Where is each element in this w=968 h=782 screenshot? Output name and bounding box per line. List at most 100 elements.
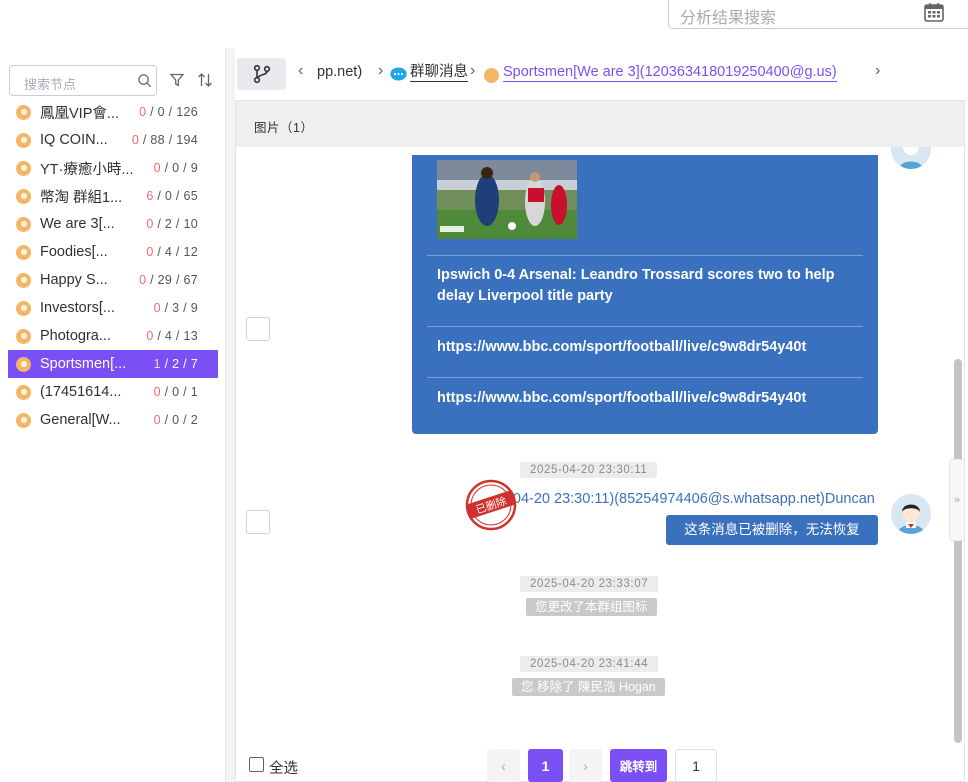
node-count-new: 0 (153, 413, 161, 427)
timestamp: 2025-04-20 23:41:44 (520, 656, 659, 672)
list-item[interactable]: IQ COIN... 0 / 88 / 194 (8, 126, 218, 154)
system-message: 您更改了本群组图标 (526, 598, 657, 616)
select-all-label[interactable]: 全选 (269, 757, 298, 778)
node-label: We are 3[... (40, 216, 115, 232)
node-counts: 0 / 0 / 9 (154, 161, 198, 175)
node-search-placeholder: 搜索节点 (24, 77, 77, 92)
breadcrumb-item[interactable]: pp.net) (317, 64, 362, 80)
system-message: 您 移除了 陳民浩 Hogan (512, 678, 665, 696)
list-item[interactable]: 鳳凰VIP會... 0 / 0 / 126 (8, 98, 218, 126)
group-avatar-icon (16, 216, 31, 232)
search-icon[interactable] (137, 73, 152, 88)
node-counts: 0 / 3 / 9 (154, 301, 198, 315)
node-count-new: 1 (153, 357, 161, 371)
node-count-new: 0 (153, 161, 161, 175)
node-label: 幣淘 群組1... (40, 189, 123, 206)
article-headline: Ipswich 0-4 Arsenal: Leandro Trossard sc… (437, 267, 835, 304)
list-item[interactable]: (17451614... 0 / 0 / 1 (8, 378, 218, 406)
node-count-rest: / 2 / 7 (160, 357, 198, 371)
node-count-new: 0 (153, 385, 161, 399)
group-avatar-icon (16, 188, 31, 204)
timestamp: 2025-04-20 23:30:11 (520, 462, 658, 478)
list-item[interactable]: General[W... 0 / 0 / 2 (8, 406, 218, 434)
node-count-rest: / 4 / 12 (153, 245, 198, 259)
node-count-rest: / 0 / 65 (153, 189, 198, 203)
node-sidebar: 搜索节点 鳳凰VIP會... 0 / 0 / 126 IQ COIN... 0 / … (0, 48, 226, 782)
panel-title: 图片（1） (254, 121, 314, 135)
node-label: IQ COIN... (40, 132, 108, 148)
group-avatar-icon (16, 300, 31, 316)
node-label: Foodies[... (40, 244, 108, 260)
list-item[interactable]: We are 3[... 0 / 2 / 10 (8, 210, 218, 238)
group-avatar-icon (16, 272, 31, 288)
page-number-button[interactable]: 1 (528, 749, 563, 782)
result-search-input[interactable]: 分析结果搜索 (668, 0, 968, 29)
group-avatar-icon (16, 244, 31, 260)
list-item[interactable]: 幣淘 群組1... 6 / 0 / 65 (8, 182, 218, 210)
node-label: (17451614... (40, 384, 122, 400)
list-item[interactable]: YT·療癒小時... 0 / 0 / 9 (8, 154, 218, 182)
article-link[interactable]: https://www.bbc.com/sport/football/live/… (437, 337, 857, 358)
divider (427, 255, 863, 256)
node-counts: 0 / 0 / 126 (139, 105, 198, 119)
next-page-button[interactable]: › (569, 749, 602, 782)
node-label: 鳳凰VIP會... (40, 105, 119, 122)
node-counts: 0 / 4 / 13 (146, 329, 198, 343)
node-label: Sportsmen[... (40, 356, 127, 372)
node-count-rest: / 0 / 1 (160, 385, 198, 399)
node-count-rest: / 0 / 9 (160, 161, 198, 175)
breadcrumb-current[interactable]: Sportsmen[We are 3](120363418019250400@g… (503, 64, 837, 82)
filter-icon[interactable] (170, 73, 184, 87)
node-list: 鳳凰VIP會... 0 / 0 / 126 IQ COIN... 0 / 88 / … (8, 98, 218, 434)
message-checkbox[interactable] (246, 510, 270, 534)
prev-page-button[interactable]: ‹ (487, 749, 520, 782)
sender-label: (2025-04-20 23:30:11)(85254974406@s.what… (471, 491, 875, 507)
list-item[interactable]: Photogra... 0 / 4 / 13 (8, 322, 218, 350)
node-label: YT·療癒小時... (40, 161, 134, 178)
list-item[interactable]: Foodies[... 0 / 4 / 12 (8, 238, 218, 266)
list-item-selected[interactable]: Sportsmen[... 1 / 2 / 7 (8, 350, 218, 378)
group-avatar-icon (16, 328, 31, 344)
list-item[interactable]: Investors[... 0 / 3 / 9 (8, 294, 218, 322)
collapse-handle[interactable]: » (949, 459, 965, 541)
branch-button[interactable] (237, 58, 286, 90)
divider (427, 326, 863, 327)
breadcrumb-item[interactable]: 群聊消息 (410, 64, 468, 82)
jump-to-button[interactable]: 跳转到 (610, 749, 667, 782)
chevron-right-icon: › (470, 62, 476, 79)
message-checkbox[interactable] (246, 317, 270, 341)
deleted-message-bubble[interactable]: 这条消息已被删除，无法恢复 (666, 515, 878, 545)
node-counts: 0 / 0 / 2 (154, 413, 198, 427)
sort-icon[interactable] (197, 72, 213, 88)
divider (427, 377, 863, 378)
result-search-placeholder: 分析结果搜索 (680, 10, 777, 27)
node-counts: 0 / 2 / 10 (146, 217, 198, 231)
node-count-new: 0 (146, 217, 154, 231)
avatar (891, 494, 931, 534)
chevron-right-icon[interactable]: › (875, 62, 880, 80)
calendar-icon[interactable] (924, 2, 944, 22)
node-counts: 0 / 88 / 194 (132, 133, 198, 147)
list-item[interactable]: Happy S... 0 / 29 / 67 (8, 266, 218, 294)
node-count-rest: / 29 / 67 (146, 273, 198, 287)
node-search-input[interactable]: 搜索节点 (9, 65, 157, 96)
node-count-new: 0 (153, 301, 161, 315)
link-message-card[interactable]: Ipswich 0-4 Arsenal: Leandro Trossard sc… (412, 155, 878, 434)
node-counts: 0 / 29 / 67 (139, 273, 198, 287)
chevron-left-icon[interactable]: ‹ (298, 62, 303, 80)
group-avatar-icon (16, 384, 31, 400)
select-all-checkbox[interactable] (249, 757, 264, 772)
jump-page-input[interactable]: 1 (675, 749, 717, 782)
panel-header: 图片（1） (236, 101, 964, 147)
branch-icon (253, 64, 270, 84)
article-link[interactable]: https://www.bbc.com/sport/football/live/… (437, 388, 857, 409)
scrollbar[interactable] (954, 359, 962, 743)
timestamp: 2025-04-20 23:33:07 (520, 576, 659, 592)
node-counts: 6 / 0 / 65 (146, 189, 198, 203)
article-image[interactable] (437, 160, 577, 239)
node-label: General[W... (40, 412, 121, 428)
node-counts: 0 / 4 / 12 (146, 245, 198, 259)
group-avatar-icon (484, 68, 499, 83)
message-panel: 图片（1） Ipswich 0-4 Arsenal: Leandro Tross… (235, 100, 965, 782)
node-count-rest: / 4 / 13 (153, 329, 198, 343)
